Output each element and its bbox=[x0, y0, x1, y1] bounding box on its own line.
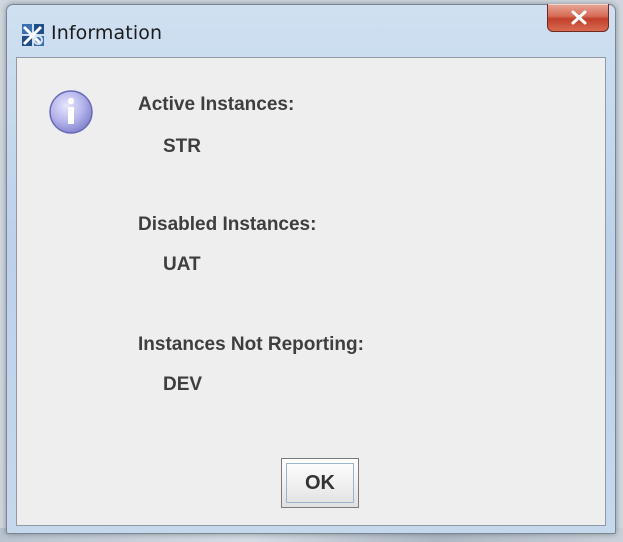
close-button[interactable] bbox=[547, 4, 609, 32]
information-dialog: Information Active Instances: STR Disabl… bbox=[6, 4, 616, 534]
ok-button[interactable]: OK bbox=[281, 458, 359, 508]
window-title: Information bbox=[51, 22, 163, 44]
app-logo-icon bbox=[21, 23, 45, 47]
active-instances-heading: Active Instances: bbox=[138, 94, 295, 115]
info-icon bbox=[47, 88, 95, 136]
disabled-instances-heading: Disabled Instances: bbox=[138, 214, 317, 235]
title-bar[interactable]: Information bbox=[7, 4, 615, 57]
disabled-instances-value: UAT bbox=[163, 254, 201, 275]
active-instances-value: STR bbox=[163, 136, 201, 157]
not-reporting-value: DEV bbox=[163, 374, 203, 395]
close-icon bbox=[571, 10, 587, 25]
ok-button-label: OK bbox=[286, 463, 354, 503]
not-reporting-heading: Instances Not Reporting: bbox=[138, 334, 364, 355]
dialog-content: Active Instances: STR Disabled Instances… bbox=[16, 57, 606, 526]
